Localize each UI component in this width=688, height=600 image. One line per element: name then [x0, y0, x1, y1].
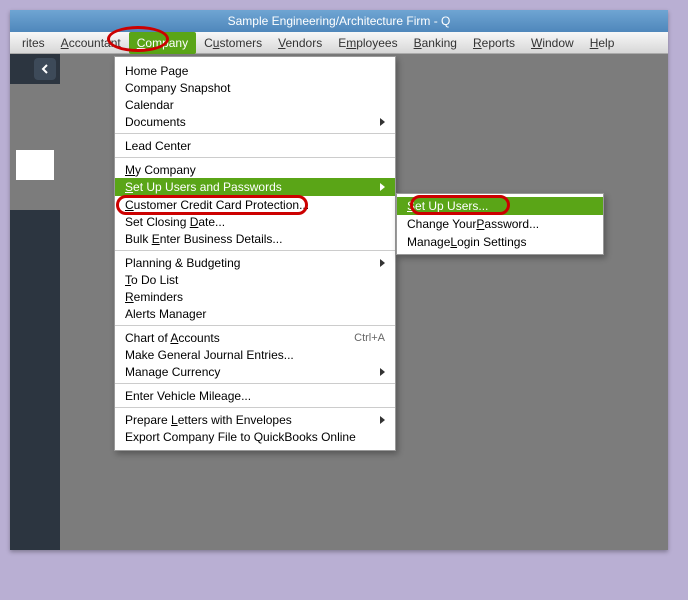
menu-help[interactable]: Help: [582, 32, 623, 54]
menu-separator: [115, 383, 395, 384]
menu-export-company[interactable]: Export Company File to QuickBooks Online: [115, 428, 395, 445]
chevron-left-icon: [40, 64, 50, 74]
menu-separator: [115, 325, 395, 326]
menu-separator: [115, 157, 395, 158]
menu-separator: [115, 133, 395, 134]
side-header: [10, 54, 60, 84]
menu-company-snapshot[interactable]: Company Snapshot: [115, 79, 395, 96]
menu-home-page[interactable]: Home Page: [115, 62, 395, 79]
menu-employees[interactable]: Employees: [330, 32, 405, 54]
menu-todo-list[interactable]: To Do List: [115, 271, 395, 288]
submenu-arrow-icon: [380, 416, 385, 424]
submenu-set-up-users[interactable]: Set Up Users...: [397, 197, 603, 215]
menu-customers[interactable]: Customers: [196, 32, 270, 54]
menu-window[interactable]: Window: [523, 32, 582, 54]
menu-setup-users-passwords[interactable]: Set Up Users and Passwords: [115, 178, 395, 196]
users-passwords-submenu: Set Up Users... Change Your Password... …: [396, 193, 604, 255]
menu-alerts-manager[interactable]: Alerts Manager: [115, 305, 395, 322]
menu-cc-protection[interactable]: Customer Credit Card Protection...: [115, 196, 395, 213]
menu-banking[interactable]: Banking: [406, 32, 465, 54]
sidebar-panel: [10, 210, 60, 550]
title-bar: Sample Engineering/Architecture Firm - Q: [10, 10, 668, 32]
menu-chart-of-accounts[interactable]: Chart of AccountsCtrl+A: [115, 329, 395, 346]
menu-separator: [115, 407, 395, 408]
menu-closing-date[interactable]: Set Closing Date...: [115, 213, 395, 230]
submenu-arrow-icon: [380, 118, 385, 126]
submenu-arrow-icon: [380, 259, 385, 267]
menu-vehicle-mileage[interactable]: Enter Vehicle Mileage...: [115, 387, 395, 404]
menu-separator: [115, 250, 395, 251]
window-title: Sample Engineering/Architecture Firm - Q: [228, 14, 451, 28]
menu-bar: rites Accountant Company Customers Vendo…: [10, 32, 668, 54]
sidebar-icon-box: [16, 150, 54, 180]
menu-reports[interactable]: Reports: [465, 32, 523, 54]
menu-prepare-letters[interactable]: Prepare Letters with Envelopes: [115, 411, 395, 428]
collapse-button[interactable]: [34, 58, 56, 80]
submenu-arrow-icon: [380, 368, 385, 376]
menu-favorites[interactable]: rites: [14, 32, 53, 54]
menu-manage-currency[interactable]: Manage Currency: [115, 363, 395, 380]
menu-planning-budgeting[interactable]: Planning & Budgeting: [115, 254, 395, 271]
company-menu-dropdown: Home Page Company Snapshot Calendar Docu…: [114, 56, 396, 451]
menu-reminders[interactable]: Reminders: [115, 288, 395, 305]
menu-lead-center[interactable]: Lead Center: [115, 137, 395, 154]
shortcut-label: Ctrl+A: [354, 332, 385, 344]
menu-documents[interactable]: Documents: [115, 113, 395, 130]
menu-vendors[interactable]: Vendors: [270, 32, 330, 54]
menu-journal-entries[interactable]: Make General Journal Entries...: [115, 346, 395, 363]
submenu-arrow-icon: [380, 183, 385, 191]
submenu-change-password[interactable]: Change Your Password...: [397, 215, 603, 233]
menu-company[interactable]: Company: [129, 32, 196, 54]
menu-bulk-enter[interactable]: Bulk Enter Business Details...: [115, 230, 395, 247]
menu-calendar[interactable]: Calendar: [115, 96, 395, 113]
submenu-login-settings[interactable]: Manage Login Settings: [397, 233, 603, 251]
menu-my-company[interactable]: My Company: [115, 161, 395, 178]
menu-accountant[interactable]: Accountant: [53, 32, 129, 54]
